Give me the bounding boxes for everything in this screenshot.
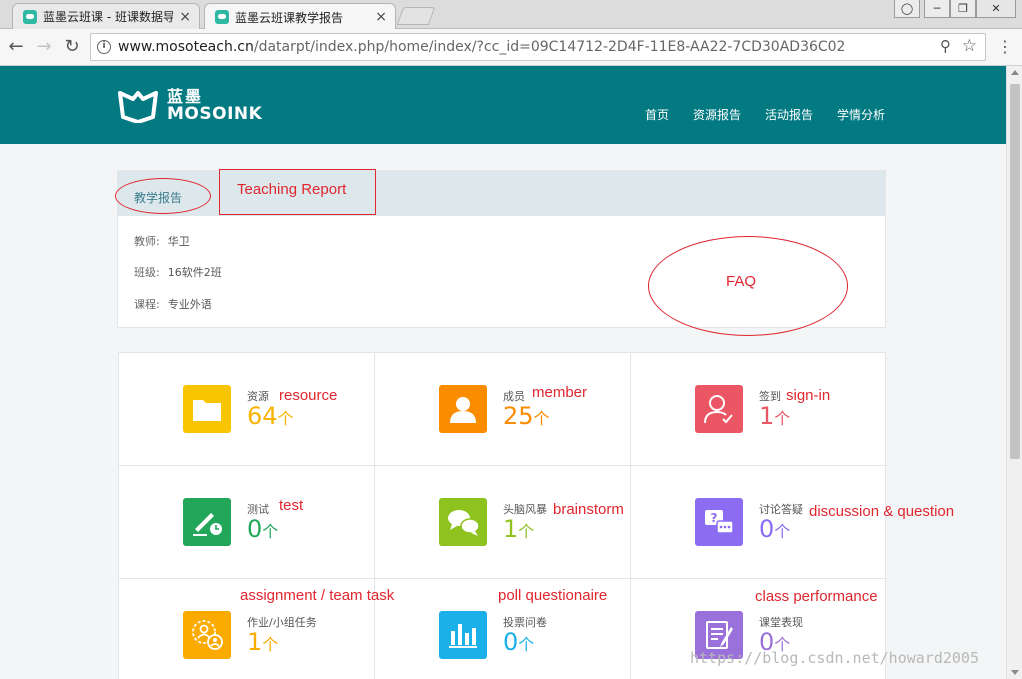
brand-name-cn: 蓝墨 [167, 87, 204, 106]
back-arrow-icon[interactable]: ← [5, 37, 27, 57]
test-icon [183, 498, 231, 546]
site-header: 蓝墨 MOSOINK 首页 资源报告 活动报告 学情分析 [0, 66, 1006, 144]
nav-resource-report[interactable]: 资源报告 [693, 106, 741, 123]
tab-strip: 蓝墨云班课 - 班课数据导 × 蓝墨云班课教学报告 × ◯ ─ ❐ ✕ [0, 0, 1022, 30]
scrollbar-thumb[interactable] [1010, 84, 1020, 459]
tab-class-data[interactable]: 蓝墨云班课 - 班课数据导 × [12, 3, 200, 29]
class-value: 16软件2班 [167, 266, 222, 279]
stat-sign-in[interactable]: 签到 1个 [631, 353, 887, 466]
course-row: 课程: 专业外语 [134, 296, 212, 312]
mosoink-favicon-icon [23, 9, 37, 24]
restore-icon[interactable]: ❐ [950, 0, 976, 18]
teacher-label: 教师: [134, 235, 160, 248]
stat-value: 25个 [503, 402, 550, 430]
stats-grid: 资源 64个 成员 25个 签到 1个 测试 0个 头脑风暴 1个 ? 讨论答疑… [118, 352, 887, 679]
annotation-assignment: assignment / team task [240, 587, 395, 604]
scroll-down-icon[interactable] [1011, 670, 1019, 675]
menu-kebab-icon[interactable]: ⋮ [997, 37, 1013, 56]
scroll-up-icon[interactable] [1011, 70, 1019, 75]
profile-icon[interactable]: ◯ [894, 0, 920, 18]
stat-resource[interactable]: 资源 64个 [119, 353, 375, 466]
annotation-sign-in: sign-in [786, 387, 831, 404]
tab-title: 蓝墨云班课教学报告 [235, 10, 344, 25]
reload-icon[interactable]: ↻ [61, 37, 83, 57]
url-path: /datarpt/index.php/home/index/?cc_id=09C… [253, 39, 846, 55]
page-viewport: 蓝墨 MOSOINK 首页 资源报告 活动报告 学情分析 教学报告 教师: 华卫 … [0, 66, 1006, 679]
stat-value: 1个 [759, 402, 791, 430]
annotation-member: member [532, 384, 588, 401]
sign-in-icon [695, 385, 743, 433]
brainstorm-icon [439, 498, 487, 546]
course-value: 专业外语 [167, 298, 212, 311]
annotation-poll: poll questionaire [498, 587, 608, 604]
folder-icon [183, 385, 231, 433]
url-host: www.mosoteach.cn [118, 39, 254, 55]
bookmark-star-icon[interactable]: ☆ [962, 36, 977, 56]
stat-value: 64个 [247, 402, 294, 430]
stat-value: 0个 [759, 515, 791, 543]
poll-icon [439, 611, 487, 659]
stat-discussion[interactable]: ? 讨论答疑 0个 [631, 466, 887, 579]
course-label: 课程: [134, 298, 160, 311]
site-nav: 首页 资源报告 活动报告 学情分析 [621, 106, 885, 123]
close-icon[interactable]: × [179, 9, 191, 25]
page-scrollbar[interactable] [1006, 66, 1022, 679]
new-tab-button[interactable] [396, 7, 436, 25]
stat-value: 1个 [247, 628, 279, 656]
assignment-icon [183, 611, 231, 659]
stat-member[interactable]: 成员 25个 [375, 353, 631, 466]
annotation-teaching-report: Teaching Report [237, 181, 347, 198]
mosoink-logo-icon [118, 91, 158, 123]
browser-toolbar: ← → ↻ i www.mosoteach.cn/datarpt/index.p… [0, 29, 1022, 66]
report-title-oval-annotation [115, 178, 211, 214]
class-row: 班级: 16软件2班 [134, 264, 222, 280]
tab-title: 蓝墨云班课 - 班课数据导 [43, 10, 174, 24]
annotation-brainstorm: brainstorm [553, 501, 624, 518]
stat-value: 0个 [247, 515, 279, 543]
mosoink-logo[interactable]: 蓝墨 MOSOINK [117, 88, 262, 124]
stat-value: 0个 [503, 628, 535, 656]
mosoink-favicon-icon [215, 10, 229, 24]
annotation-faq: FAQ [726, 273, 757, 290]
forward-arrow-icon[interactable]: → [33, 37, 55, 57]
brand-name-en: MOSOINK [167, 104, 263, 124]
close-icon[interactable]: × [375, 9, 387, 25]
nav-home[interactable]: 首页 [645, 106, 669, 123]
url-text[interactable]: www.mosoteach.cn/datarpt/index.php/home/… [118, 39, 845, 55]
window-close-icon[interactable]: ✕ [976, 0, 1016, 18]
teacher-value: 华卫 [167, 235, 190, 248]
user-icon [439, 385, 487, 433]
stat-value: 1个 [503, 515, 535, 543]
minimize-icon[interactable]: ─ [924, 0, 950, 18]
stat-test[interactable]: 测试 0个 [119, 466, 375, 579]
stat-brainstorm[interactable]: 头脑风暴 1个 [375, 466, 631, 579]
address-bar[interactable]: i www.mosoteach.cn/datarpt/index.php/hom… [90, 33, 986, 61]
info-icon[interactable]: i [97, 40, 111, 54]
tab-teaching-report[interactable]: 蓝墨云班课教学报告 × [204, 3, 396, 30]
teacher-row: 教师: 华卫 [134, 233, 190, 249]
watermark: https://blog.csdn.net/howard2005 [690, 649, 979, 667]
annotation-performance: class performance [755, 588, 878, 605]
annotation-test: test [279, 497, 304, 514]
nav-activity-report[interactable]: 活动报告 [765, 106, 813, 123]
annotation-discussion: discussion & question [809, 503, 955, 520]
annotation-resource: resource [279, 387, 338, 404]
nav-learning-analysis[interactable]: 学情分析 [837, 106, 885, 123]
class-label: 班级: [134, 266, 160, 279]
discussion-icon: ? [695, 498, 743, 546]
zoom-icon[interactable]: ⚲ [940, 37, 951, 55]
